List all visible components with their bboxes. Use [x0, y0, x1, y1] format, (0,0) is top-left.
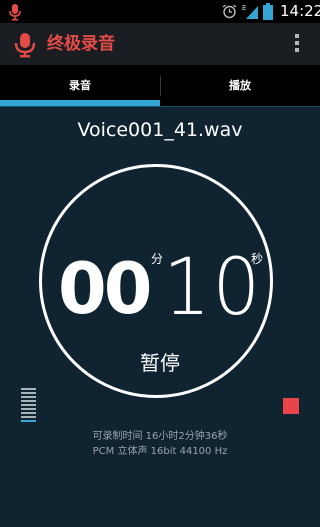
tab-playback[interactable]: 播放 [160, 65, 320, 107]
overflow-menu-icon[interactable] [290, 33, 304, 55]
screen: E 14:22 终极录音 录音 播放 Voice001_41.wav 00 分 … [0, 0, 320, 527]
level-meter-bar [21, 404, 36, 406]
tab-bar-underline [0, 106, 320, 107]
status-clock: 14:22 [280, 2, 320, 20]
battery-icon [263, 3, 273, 24]
status-bar: E 14:22 [0, 0, 320, 23]
level-meter-bar [21, 388, 36, 390]
level-meter-bar [21, 408, 36, 410]
alarm-icon [222, 4, 237, 23]
svg-text:E: E [242, 4, 246, 12]
format-text: PCM 立体声 16bit 44100 Hz [92, 446, 228, 457]
level-meter-bar [21, 412, 36, 414]
remaining-time-text: 可录制时间 16小时2分钟36秒 [92, 431, 228, 442]
level-meter-bar [21, 396, 36, 398]
app-title: 终极录音 [47, 34, 115, 54]
level-meter-bar [21, 416, 36, 418]
level-meter-bar [21, 400, 36, 402]
timer-minutes: 00 [58, 248, 152, 330]
level-meter [21, 388, 36, 424]
mic-notification-icon [8, 3, 22, 25]
pause-button[interactable]: 暂停 [100, 350, 220, 376]
signal-icon: E [242, 3, 260, 24]
stop-button[interactable] [283, 398, 299, 414]
timer-minutes-unit: 分 [151, 252, 164, 266]
file-name: Voice001_41.wav [77, 119, 243, 141]
level-meter-bar [21, 392, 36, 394]
level-meter-bar [21, 420, 36, 422]
action-bar: 终极录音 [0, 23, 320, 65]
timer-seconds: 10 [163, 243, 263, 333]
mic-icon [14, 32, 36, 62]
timer-seconds-unit: 秒 [251, 252, 264, 266]
